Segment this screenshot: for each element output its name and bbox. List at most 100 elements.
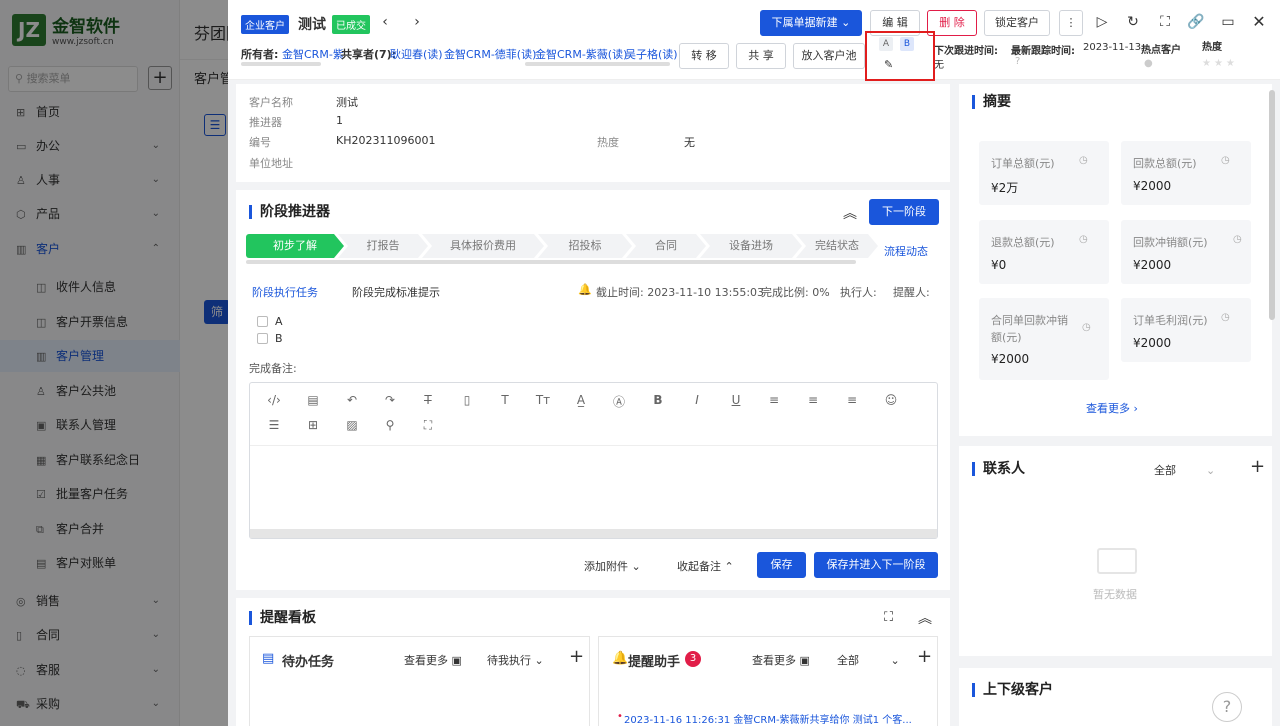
next-record-icon[interactable]: ›: [408, 13, 426, 31]
heat-field-value: 无: [684, 136, 695, 149]
task-label: A: [275, 315, 283, 328]
strikethrough-icon[interactable]: T̶: [420, 393, 436, 407]
deadline-text: 截止时间: 2023-11-10 13:55:03: [596, 286, 765, 299]
todo-filter-select[interactable]: 待我执行 ⌄: [487, 652, 544, 668]
stage-item[interactable]: 完结状态: [796, 234, 878, 258]
collapse-up-icon[interactable]: ︽: [843, 203, 857, 223]
sharer-item[interactable]: 耿迎春(读): [390, 46, 443, 62]
attachment-icon[interactable]: ⚲: [382, 418, 398, 432]
owner-value[interactable]: 金智CRM-紫: [282, 46, 344, 62]
stage-item[interactable]: 初步了解: [246, 234, 344, 258]
share-button[interactable]: 共 享: [736, 43, 786, 69]
undo-icon[interactable]: ↶: [344, 393, 360, 407]
drawer-header: 企业客户 测试 已成交 ‹ › 下属单据新建 ⌄ 编 辑 删 除 锁定客户 ⋮ …: [228, 0, 1280, 80]
new-sub-doc-button[interactable]: 下属单据新建 ⌄: [760, 10, 862, 36]
save-next-stage-button[interactable]: 保存并进入下一阶段: [814, 552, 938, 578]
summary-stat: 退款总额(元) ◷ ¥0: [979, 220, 1109, 284]
tab-stage-tasks[interactable]: 阶段执行任务: [252, 284, 318, 300]
summary-more-link[interactable]: 查看更多 ›: [1086, 400, 1138, 416]
collapse-up-icon[interactable]: ︽: [918, 608, 932, 628]
image-icon[interactable]: ▨: [344, 418, 360, 432]
prev-record-icon[interactable]: ‹: [376, 13, 394, 31]
task-checkbox[interactable]: [257, 333, 268, 344]
stage-title: 阶段推进器: [249, 205, 330, 219]
heat-stars[interactable]: ★★★: [1202, 58, 1238, 69]
justify-icon[interactable]: ☰: [266, 418, 282, 432]
unread-dot-icon: •: [617, 711, 623, 722]
summary-stat: 回款冲销额(元) ◷ ¥2000: [1121, 220, 1251, 284]
info-icon: ◷: [1221, 312, 1230, 323]
task-checkbox[interactable]: [257, 316, 268, 327]
todo-more-link[interactable]: 查看更多 ▣: [404, 652, 462, 668]
to-pool-button[interactable]: 放入客户池: [793, 43, 865, 69]
close-icon[interactable]: ✕: [1250, 13, 1268, 31]
text-size-icon[interactable]: Tт: [535, 393, 551, 407]
code-label: 编号: [249, 136, 271, 149]
deal-status-tag: 已成交: [332, 15, 370, 34]
stage-scrollbar[interactable]: [246, 260, 856, 264]
align-right-icon[interactable]: ≡: [844, 393, 860, 407]
flow-link[interactable]: 流程动态: [884, 243, 928, 259]
more-menu-button[interactable]: ⋮: [1059, 10, 1083, 36]
fullscreen-icon[interactable]: ⛶: [884, 610, 893, 625]
redo-icon[interactable]: ↷: [382, 393, 398, 407]
pusher-value: 1: [336, 114, 343, 127]
text-icon[interactable]: T: [497, 393, 513, 407]
align-left-icon[interactable]: ≡: [766, 393, 782, 407]
help-icon[interactable]: ?: [1015, 56, 1020, 67]
underline-icon[interactable]: U: [728, 393, 744, 407]
code-icon[interactable]: ‹/›: [266, 393, 282, 407]
align-center-icon[interactable]: ≡: [805, 393, 821, 407]
contacts-filter-select[interactable]: 全部 ⌄: [1154, 462, 1215, 478]
customer-name-title: 测试: [298, 17, 326, 33]
assistant-item[interactable]: 2023-11-16 11:26:31 金智CRM-紫薇新共享给你 测试1 个客…: [624, 711, 924, 726]
editor-resize-bar[interactable]: [250, 529, 937, 538]
background-color-icon[interactable]: Ⓐ: [611, 393, 627, 410]
contacts-empty-text: 暂无数据: [1093, 588, 1137, 601]
drawer-scrollbar[interactable]: [1269, 90, 1275, 320]
table-layout-icon[interactable]: ▤: [305, 393, 321, 407]
stage-item[interactable]: 招投标: [538, 234, 632, 258]
fullscreen-icon[interactable]: ⛶: [1156, 13, 1174, 31]
stage-item[interactable]: 设备进场: [700, 234, 802, 258]
table-icon[interactable]: ⊞: [305, 418, 321, 432]
save-button[interactable]: 保存: [757, 552, 806, 578]
assistant-filter-select[interactable]: 全部 ⌄: [837, 652, 900, 668]
bold-icon[interactable]: B: [650, 393, 666, 407]
address-label: 单位地址: [249, 157, 293, 170]
next-stage-button[interactable]: 下一阶段: [869, 199, 939, 225]
add-attachment-button[interactable]: 添加附件 ⌄: [584, 558, 641, 574]
transfer-button[interactable]: 转 移: [679, 43, 729, 69]
stage-item[interactable]: 合同: [626, 234, 706, 258]
refresh-icon[interactable]: ↻: [1124, 13, 1142, 31]
todo-panel: [249, 636, 590, 726]
collapse-remark-button[interactable]: 收起备注 ⌃: [677, 558, 734, 574]
font-color-icon[interactable]: A̲: [573, 393, 589, 407]
remark-label: 完成备注:: [249, 362, 297, 375]
sharer-item[interactable]: 金智CRM-紫薇(读): [535, 46, 627, 62]
fullscreen-editor-icon[interactable]: ⛶: [420, 418, 436, 433]
reminder-board-title: 提醒看板: [249, 611, 316, 625]
highlight-box: [865, 31, 935, 81]
add-contact-icon[interactable]: +: [1250, 456, 1265, 477]
italic-icon[interactable]: I: [689, 393, 705, 407]
play-icon[interactable]: ▷: [1093, 13, 1111, 31]
emoji-icon[interactable]: ☺: [883, 393, 899, 407]
help-button-icon[interactable]: ?: [1212, 692, 1242, 722]
assistant-more-link[interactable]: 查看更多 ▣: [752, 652, 810, 668]
add-todo-icon[interactable]: +: [569, 646, 584, 667]
lock-customer-button[interactable]: 锁定客户: [984, 10, 1050, 36]
sharers-scrollbar[interactable]: [525, 62, 670, 66]
sharer-item[interactable]: 吴子格(读): [625, 46, 678, 62]
add-reminder-icon[interactable]: +: [917, 646, 932, 667]
info-card: 客户名称 测试 推进器 1 编号 KH202311096001 热度 无 单位地…: [236, 84, 950, 182]
dock-icon[interactable]: ▭: [1219, 13, 1237, 31]
owner-scrollbar[interactable]: [241, 62, 321, 66]
document-icon[interactable]: ▯: [459, 393, 475, 407]
sharer-item[interactable]: 金智CRM-德菲(读): [444, 46, 536, 62]
stage-item[interactable]: 打报告: [338, 234, 428, 258]
link-icon[interactable]: 🔗: [1187, 13, 1205, 31]
tab-stage-hint[interactable]: 阶段完成标准提示: [352, 284, 440, 300]
owner-label: 所有者:: [241, 48, 279, 61]
stage-item[interactable]: 具体报价费用: [422, 234, 544, 258]
